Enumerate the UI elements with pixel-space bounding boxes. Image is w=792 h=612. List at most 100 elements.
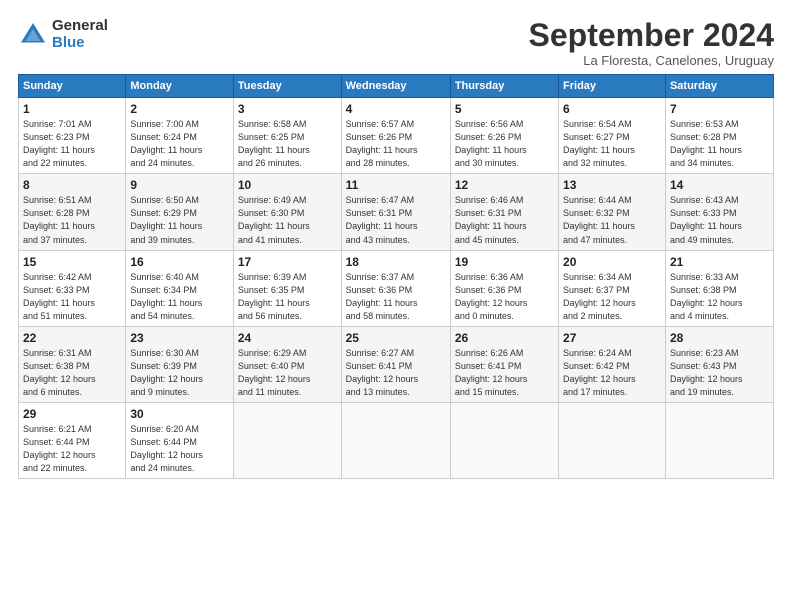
day-number: 24	[238, 331, 337, 345]
day-info: Sunrise: 6:53 AMSunset: 6:28 PMDaylight:…	[670, 118, 769, 170]
day-info: Sunrise: 6:42 AMSunset: 6:33 PMDaylight:…	[23, 271, 121, 323]
table-row: 12 Sunrise: 6:46 AMSunset: 6:31 PMDayligh…	[450, 174, 558, 250]
day-number: 15	[23, 255, 121, 269]
month-title: September 2024	[529, 18, 774, 53]
day-number: 8	[23, 178, 121, 192]
table-row	[341, 402, 450, 478]
day-number: 11	[346, 178, 446, 192]
day-number: 7	[670, 102, 769, 116]
day-info: Sunrise: 6:36 AMSunset: 6:36 PMDaylight:…	[455, 271, 554, 323]
day-info: Sunrise: 6:39 AMSunset: 6:35 PMDaylight:…	[238, 271, 337, 323]
day-number: 6	[563, 102, 661, 116]
day-number: 28	[670, 331, 769, 345]
table-row: 6 Sunrise: 6:54 AMSunset: 6:27 PMDaylight…	[559, 98, 666, 174]
calendar-week-4: 22Sunrise: 6:31 AMSunset: 6:38 PMDayligh…	[19, 326, 774, 402]
day-number: 19	[455, 255, 554, 269]
day-info: Sunrise: 6:46 AMSunset: 6:31 PMDaylight:…	[455, 194, 554, 246]
day-number: 26	[455, 331, 554, 345]
table-row: 9 Sunrise: 6:50 AMSunset: 6:29 PMDaylight…	[126, 174, 234, 250]
table-row: 11 Sunrise: 6:47 AMSunset: 6:31 PMDayligh…	[341, 174, 450, 250]
table-row: 20Sunrise: 6:34 AMSunset: 6:37 PMDayligh…	[559, 250, 666, 326]
day-info: Sunrise: 6:24 AMSunset: 6:42 PMDaylight:…	[563, 347, 661, 399]
day-info: Sunrise: 6:29 AMSunset: 6:40 PMDaylight:…	[238, 347, 337, 399]
day-number: 4	[346, 102, 446, 116]
table-row	[559, 402, 666, 478]
calendar-week-5: 29 Sunrise: 6:21 AMSunset: 6:44 PMDayligh…	[19, 402, 774, 478]
table-row: 7 Sunrise: 6:53 AMSunset: 6:28 PMDaylight…	[665, 98, 773, 174]
table-row: 26 Sunrise: 6:26 AMSunset: 6:41 PMDayligh…	[450, 326, 558, 402]
table-row: 24 Sunrise: 6:29 AMSunset: 6:40 PMDayligh…	[233, 326, 341, 402]
table-row: 8 Sunrise: 6:51 AMSunset: 6:28 PMDaylight…	[19, 174, 126, 250]
day-number: 25	[346, 331, 446, 345]
table-row: 4 Sunrise: 6:57 AMSunset: 6:26 PMDaylight…	[341, 98, 450, 174]
table-row: 21Sunrise: 6:33 AMSunset: 6:38 PMDayligh…	[665, 250, 773, 326]
col-thursday: Thursday	[450, 75, 558, 98]
calendar-week-1: 1Sunrise: 7:01 AMSunset: 6:23 PMDaylight…	[19, 98, 774, 174]
day-info: Sunrise: 6:51 AMSunset: 6:28 PMDaylight:…	[23, 194, 121, 246]
calendar-week-3: 15 Sunrise: 6:42 AMSunset: 6:33 PMDayligh…	[19, 250, 774, 326]
col-tuesday: Tuesday	[233, 75, 341, 98]
day-info: Sunrise: 6:57 AMSunset: 6:26 PMDaylight:…	[346, 118, 446, 170]
table-row: 2 Sunrise: 7:00 AMSunset: 6:24 PMDaylight…	[126, 98, 234, 174]
day-number: 23	[130, 331, 229, 345]
day-number: 29	[23, 407, 121, 421]
col-friday: Friday	[559, 75, 666, 98]
day-number: 5	[455, 102, 554, 116]
day-info: Sunrise: 6:47 AMSunset: 6:31 PMDaylight:…	[346, 194, 446, 246]
day-info: Sunrise: 6:54 AMSunset: 6:27 PMDaylight:…	[563, 118, 661, 170]
day-number: 12	[455, 178, 554, 192]
table-row: 30 Sunrise: 6:20 AMSunset: 6:44 PMDayligh…	[126, 402, 234, 478]
day-info: Sunrise: 6:44 AMSunset: 6:32 PMDaylight:…	[563, 194, 661, 246]
day-number: 9	[130, 178, 229, 192]
col-monday: Monday	[126, 75, 234, 98]
day-info: Sunrise: 6:56 AMSunset: 6:26 PMDaylight:…	[455, 118, 554, 170]
title-block: September 2024 La Floresta, Canelones, U…	[529, 18, 774, 68]
logo-general: General	[52, 18, 108, 35]
logo-blue: Blue	[52, 35, 108, 52]
day-number: 16	[130, 255, 229, 269]
table-row: 22Sunrise: 6:31 AMSunset: 6:38 PMDayligh…	[19, 326, 126, 402]
table-row: 5 Sunrise: 6:56 AMSunset: 6:26 PMDaylight…	[450, 98, 558, 174]
col-sunday: Sunday	[19, 75, 126, 98]
day-info: Sunrise: 6:26 AMSunset: 6:41 PMDaylight:…	[455, 347, 554, 399]
day-number: 3	[238, 102, 337, 116]
day-info: Sunrise: 6:49 AMSunset: 6:30 PMDaylight:…	[238, 194, 337, 246]
day-info: Sunrise: 6:21 AMSunset: 6:44 PMDaylight:…	[23, 423, 121, 475]
table-row: 14 Sunrise: 6:43 AMSunset: 6:33 PMDayligh…	[665, 174, 773, 250]
calendar-table: Sunday Monday Tuesday Wednesday Thursday…	[18, 74, 774, 479]
calendar-header-row: Sunday Monday Tuesday Wednesday Thursday…	[19, 75, 774, 98]
day-info: Sunrise: 6:43 AMSunset: 6:33 PMDaylight:…	[670, 194, 769, 246]
logo: General Blue	[18, 18, 108, 51]
day-info: Sunrise: 6:27 AMSunset: 6:41 PMDaylight:…	[346, 347, 446, 399]
day-info: Sunrise: 7:00 AMSunset: 6:24 PMDaylight:…	[130, 118, 229, 170]
table-row: 29 Sunrise: 6:21 AMSunset: 6:44 PMDayligh…	[19, 402, 126, 478]
table-row: 17Sunrise: 6:39 AMSunset: 6:35 PMDayligh…	[233, 250, 341, 326]
day-number: 14	[670, 178, 769, 192]
table-row	[233, 402, 341, 478]
day-info: Sunrise: 6:37 AMSunset: 6:36 PMDaylight:…	[346, 271, 446, 323]
day-number: 30	[130, 407, 229, 421]
col-wednesday: Wednesday	[341, 75, 450, 98]
table-row: 16Sunrise: 6:40 AMSunset: 6:34 PMDayligh…	[126, 250, 234, 326]
day-info: Sunrise: 6:31 AMSunset: 6:38 PMDaylight:…	[23, 347, 121, 399]
day-number: 10	[238, 178, 337, 192]
table-row: 19 Sunrise: 6:36 AMSunset: 6:36 PMDayligh…	[450, 250, 558, 326]
table-row: 10 Sunrise: 6:49 AMSunset: 6:30 PMDayligh…	[233, 174, 341, 250]
logo-text: General Blue	[52, 18, 108, 51]
day-info: Sunrise: 6:50 AMSunset: 6:29 PMDaylight:…	[130, 194, 229, 246]
day-number: 13	[563, 178, 661, 192]
col-saturday: Saturday	[665, 75, 773, 98]
day-info: Sunrise: 6:34 AMSunset: 6:37 PMDaylight:…	[563, 271, 661, 323]
table-row	[450, 402, 558, 478]
day-info: Sunrise: 7:01 AMSunset: 6:23 PMDaylight:…	[23, 118, 121, 170]
table-row: 25 Sunrise: 6:27 AMSunset: 6:41 PMDayligh…	[341, 326, 450, 402]
calendar-week-2: 8 Sunrise: 6:51 AMSunset: 6:28 PMDaylight…	[19, 174, 774, 250]
table-row	[665, 402, 773, 478]
table-row: 18 Sunrise: 6:37 AMSunset: 6:36 PMDayligh…	[341, 250, 450, 326]
logo-icon	[18, 20, 48, 50]
day-info: Sunrise: 6:30 AMSunset: 6:39 PMDaylight:…	[130, 347, 229, 399]
day-number: 2	[130, 102, 229, 116]
day-number: 18	[346, 255, 446, 269]
location-subtitle: La Floresta, Canelones, Uruguay	[529, 53, 774, 68]
day-info: Sunrise: 6:20 AMSunset: 6:44 PMDaylight:…	[130, 423, 229, 475]
